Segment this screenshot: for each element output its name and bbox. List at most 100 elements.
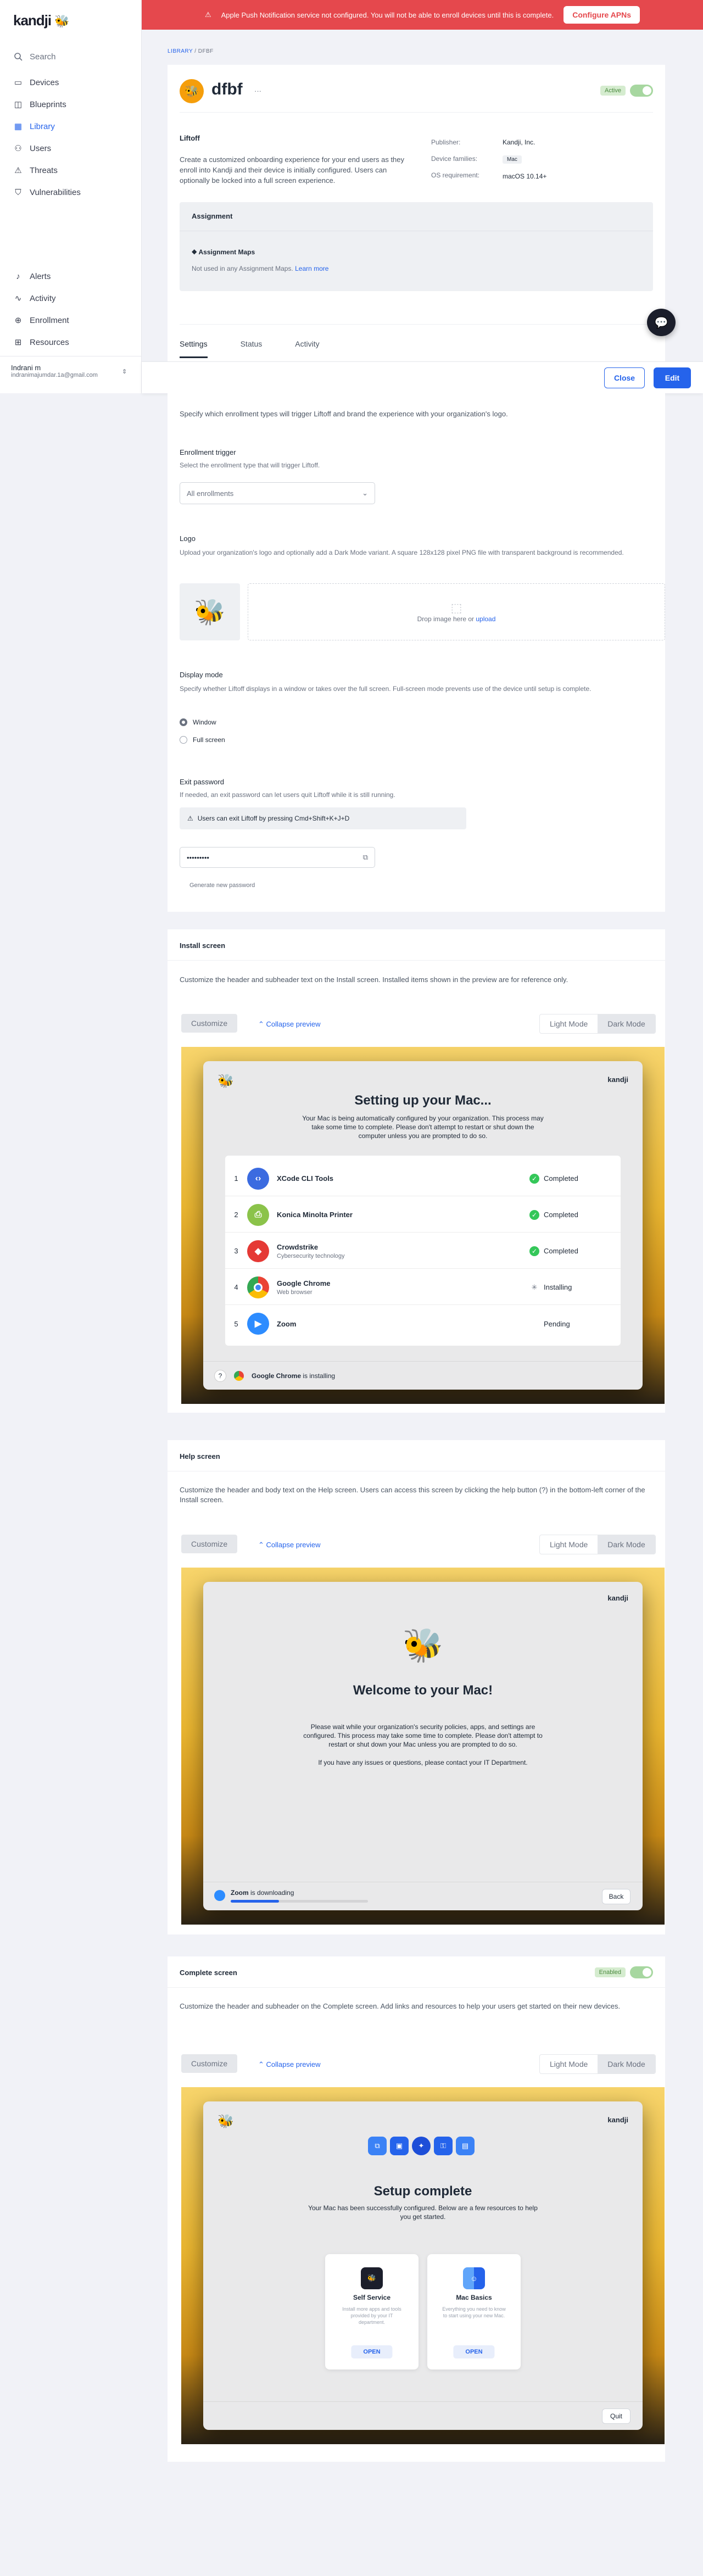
threat-icon: ⚠ xyxy=(14,166,22,175)
light-mode-button[interactable]: Light Mode xyxy=(540,1014,598,1033)
open-button[interactable]: OPEN xyxy=(453,2345,495,2358)
logo-dropzone[interactable]: ⬚ Drop image here or upload xyxy=(248,583,665,640)
help-button[interactable]: ? xyxy=(214,1369,226,1382)
exit-password-field[interactable]: ••••••••• ⧉ xyxy=(180,847,375,868)
sidebar-item-label: Devices xyxy=(30,77,59,87)
dark-mode-button[interactable]: Dark Mode xyxy=(598,2055,655,2073)
kandji-wordmark: kandji xyxy=(607,2116,628,2124)
light-mode-button[interactable]: Light Mode xyxy=(540,1535,598,1554)
help-customize-button[interactable]: Customize xyxy=(181,1535,238,1553)
sidebar-item-users[interactable]: ⚇ Users xyxy=(13,141,51,155)
bee-logo-icon: 🐝 xyxy=(402,1627,444,1664)
resource-card-mac-basics: ☺ Mac Basics Everything you need to know… xyxy=(427,2254,521,2369)
edit-button[interactable]: Edit xyxy=(654,367,691,388)
sidebar-item-vulnerabilities[interactable]: ⛉ Vulnerabilities xyxy=(13,185,80,199)
configure-apns-button[interactable]: Configure APNs xyxy=(563,6,640,24)
footer-text: is downloading xyxy=(250,1889,294,1897)
dark-mode-button[interactable]: Dark Mode xyxy=(598,1535,655,1554)
help-collapse-link[interactable]: Collapse preview xyxy=(266,1541,321,1549)
trigger-help: Select the enrollment type that will tri… xyxy=(180,461,320,469)
sidebar-item-threats[interactable]: ⚠ Threats xyxy=(13,163,58,177)
sidebar-item-activity[interactable]: ∿ Activity xyxy=(13,291,56,305)
help-preview: kandji 🐝 Welcome to your Mac! Please wai… xyxy=(181,1568,665,1925)
chevron-up-icon: ⌃ xyxy=(258,2060,266,2068)
radio-checked-icon xyxy=(180,718,187,726)
tab-settings[interactable]: Settings xyxy=(180,325,208,358)
logo-title: Logo xyxy=(180,534,196,543)
password-value: ••••••••• xyxy=(187,853,209,862)
install-title: Install screen xyxy=(180,941,226,950)
mode-window-radio[interactable]: Window xyxy=(180,718,216,726)
footer-text: is installing xyxy=(303,1371,336,1380)
logo-help: Upload your organization's logo and opti… xyxy=(180,549,624,556)
logo-preview: 🐝 xyxy=(180,583,240,640)
resources-icon: ⊞ xyxy=(14,338,22,347)
enabled-badge: Enabled xyxy=(594,1967,626,1977)
mode-full-radio[interactable]: Full screen xyxy=(180,736,225,744)
chevron-up-icon: ⌃ xyxy=(258,1020,266,1028)
item-name: Konica Minolta Printer xyxy=(277,1211,353,1219)
sidebar-item-resources[interactable]: ⊞ Resources xyxy=(13,335,69,349)
sidebar-item-blueprints[interactable]: ◫ Blueprints xyxy=(13,97,66,111)
divider xyxy=(168,960,665,961)
sidebar-item-label: Blueprints xyxy=(30,99,66,109)
sidebar-item-enrollment[interactable]: ⊕ Enrollment xyxy=(13,313,69,327)
user-menu[interactable]: Indrani m indranimajumdar.1a@gmail.com xyxy=(11,364,98,378)
breadcrumb: LIBRARY / DFBF xyxy=(168,48,214,54)
resource-desc: Install more apps and tools provided by … xyxy=(342,2306,401,2325)
laptop-icon: ▭ xyxy=(14,78,23,87)
close-button[interactable]: Close xyxy=(604,367,645,388)
install-customize-button[interactable]: Customize xyxy=(181,1014,238,1033)
dark-mode-button[interactable]: Dark Mode xyxy=(598,1014,655,1033)
resource-title: Mac Basics xyxy=(456,2294,492,2301)
copy-icon[interactable]: ⧉ xyxy=(363,853,368,862)
sidebar-item-label: Alerts xyxy=(30,271,51,281)
display-title: Display mode xyxy=(180,671,223,679)
sidebar-item-devices[interactable]: ▭ Devices xyxy=(13,75,59,90)
library-item-card: 🐝 dfbf ··· Active Liftoff Create a custo… xyxy=(168,65,665,361)
enrollment-trigger-select[interactable]: All enrollments ⌄ xyxy=(180,482,375,504)
complete-customize-button[interactable]: Customize xyxy=(181,2054,238,2073)
complete-toggle[interactable] xyxy=(630,1966,653,1978)
footer-app: Zoom xyxy=(231,1889,249,1897)
kandji-wordmark: kandji xyxy=(607,1075,628,1084)
exit-title: Exit password xyxy=(180,778,224,786)
download-progress-fill xyxy=(231,1900,279,1903)
mode-window-label: Window xyxy=(193,718,216,726)
complete-footer: Quit xyxy=(203,2401,643,2430)
item-name: XCode CLI Tools xyxy=(277,1174,334,1183)
sidebar-item-library[interactable]: ▦ Library xyxy=(13,119,55,133)
tab-activity[interactable]: Activity xyxy=(295,325,319,358)
breadcrumb-library[interactable]: LIBRARY xyxy=(168,48,193,54)
sidebar-item-alerts[interactable]: ♪ Alerts xyxy=(13,269,51,283)
kandji-logo[interactable]: kandji 🐝 xyxy=(13,12,70,29)
search-icon xyxy=(13,52,23,62)
generate-password-link[interactable]: Generate new password xyxy=(189,882,255,889)
back-button[interactable]: Back xyxy=(602,1889,631,1904)
upload-link[interactable]: upload xyxy=(476,615,495,623)
users-icon: ⚇ xyxy=(14,144,22,153)
sidebar-item-label: Threats xyxy=(30,165,58,175)
complete-collapse-link[interactable]: Collapse preview xyxy=(266,2060,321,2068)
sidebar-search[interactable]: Search xyxy=(13,49,56,64)
divider xyxy=(180,112,653,113)
install-collapse-link[interactable]: Collapse preview xyxy=(266,1020,321,1028)
help-title: Help screen xyxy=(180,1452,220,1460)
complete-preview: 🐝 kandji ⧉ ▣ ✦ ⚿ ▤ Setup complete Your M… xyxy=(181,2087,665,2444)
lock-icon: ⚿ xyxy=(434,2137,453,2155)
tab-status[interactable]: Status xyxy=(241,325,263,358)
light-mode-button[interactable]: Light Mode xyxy=(540,2055,598,2073)
list-item: 4 Google Chrome Web browser ✳ Installing xyxy=(225,1270,621,1305)
learn-more-link[interactable]: Learn more xyxy=(295,265,328,272)
drop-text: Drop image here or xyxy=(417,615,474,623)
chevron-updown-icon[interactable]: ⇕ xyxy=(122,368,127,375)
quit-button[interactable]: Quit xyxy=(602,2408,631,2424)
compass-icon: ✦ xyxy=(412,2137,431,2155)
open-button[interactable]: OPEN xyxy=(351,2345,393,2358)
chat-icon[interactable]: 💬 xyxy=(647,309,676,336)
item-subtitle: Web browser xyxy=(277,1289,313,1296)
more-menu-button[interactable]: ··· xyxy=(254,87,261,95)
resource-card-self-service: 🐝 Self Service Install more apps and too… xyxy=(325,2254,419,2369)
chrome-icon xyxy=(247,1276,269,1298)
active-toggle[interactable] xyxy=(630,85,653,97)
